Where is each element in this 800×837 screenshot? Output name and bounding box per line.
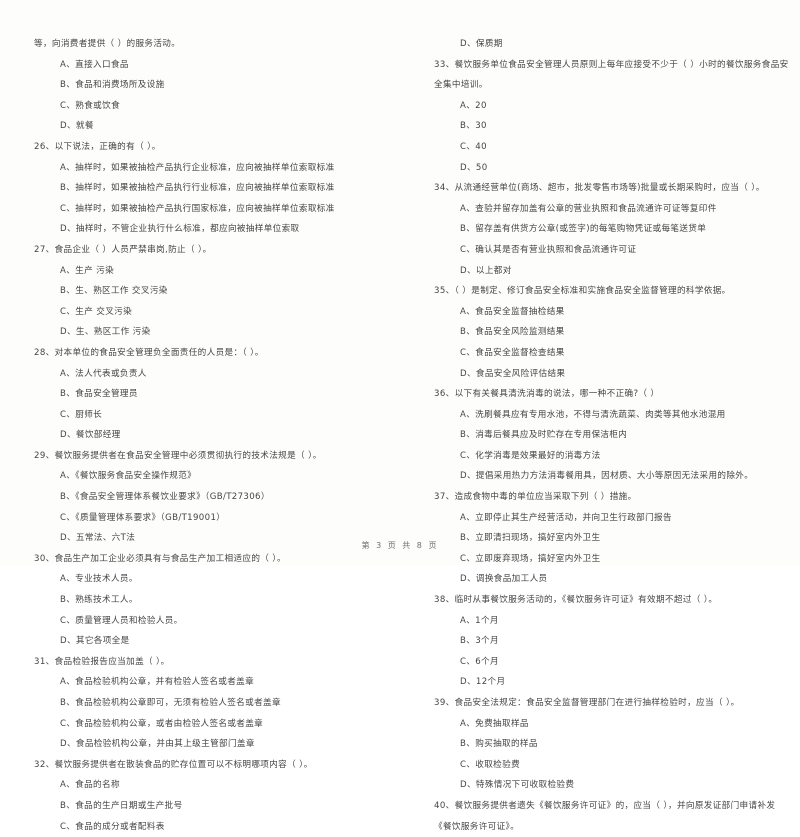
question-option: B、消毒后餐具应及时贮存在专用保洁柜内 [460,430,628,441]
question-stem: 39、食品安全法规定：食品安全监督管理部门在进行抽样检验时，应当（ ）。 [434,698,740,708]
question-option: B、食品安全风险监测结果 [460,327,565,338]
question-option: D、提倡采用热力方法消毒餐用具，因材质、大小等原因无法采用的除外。 [460,471,754,482]
question-option: D、食品检验机构公章，并由其上级主管部门盖章 [60,739,255,750]
page-footer: 第 3 页 共 8 页 [361,541,439,550]
exam-paper-page: 等，向消费者提供（ ）的服务活动。 A、直接入口食品 B、食品和消费场所及设施 C、熟… [0,0,800,832]
question-option: C、抽样时，如果被抽检产品执行国家标准，应向被抽样单位索取标准 [60,203,335,214]
question-option: C、食品安全监督检查结果 [460,347,565,358]
question-option: B、抽样时，如果被抽检产品执行行业标准，应向被抽样单位索取标准 [60,183,335,194]
question-option: A、抽样时，如果被抽检产品执行企业标准，应向被抽样单位索取标准 [60,162,335,173]
question-option: B、食品和消费场所及设施 [60,80,165,91]
question-stem-continuation: 《餐饮服务许可证》。 [434,821,520,832]
question-option: D、特殊情况下可收取检验费 [460,780,575,791]
question-option: D、12个月 [460,677,506,688]
question-option: B、留存盖有供货方公章(或签字)的每笔购物凭证或每笔送货单 [460,224,707,235]
question-option: C、熟食或饮食 [60,100,121,111]
question-stem: 29、餐饮服务提供者在食品安全管理中必须贯彻执行的技术法规是（ ）。 [34,450,322,461]
question-stem: 27、食品企业（ ）人员严禁串岗,防止（ ）。 [34,244,212,255]
question-option: B、30 [460,121,487,132]
question-stem: 36、以下有关餐具清洗消毒的说法，哪一种不正确?（ ） [434,389,660,400]
question-option: B、购买抽取的样品 [460,739,538,750]
question-option: C、6个月 [460,656,499,667]
question-stem: 40、餐饮服务提供者遗失《餐饮服务许可证》的，应当（ ），并向原发证部门申请补发 [434,800,776,811]
question-option: A、生产 污染 [60,265,115,276]
question-option: B、食品检验机构公章即可，无须有检验人签名或者盖章 [60,698,281,708]
question-stem: 30、食品生产加工企业必须具有与食品生产加工相适应的（ ）。 [34,553,286,564]
question-option: D、50 [460,162,488,173]
question-option: C、厨师长 [60,409,103,420]
question-option: A、法人代表或负责人 [60,368,147,379]
question-stem: 31、食品检验报告应当加盖（ ）。 [34,656,170,667]
question-option: A、食品检验机构公章，并有检验人签名或者盖章 [60,677,255,688]
question-option: D、保质期 [460,39,503,49]
question-option: B、食品安全管理员 [60,389,138,400]
question-option: C、立即废弃现场，搞好室内外卫生 [460,553,601,564]
question-stem: 33、餐饮服务单位食品安全管理人员原则上每年应接受不少于（ ）小时的餐饮服务食品… [434,59,789,70]
question-option: D、调换食品加工人员 [460,574,548,585]
question-option: A、洗刷餐具应有专用水池，不得与清洗蔬菜、肉类等其他水池混用 [460,409,726,420]
question-option: A、专业技术人员。 [60,574,138,585]
question-stem: 38、临时从事餐饮服务活动的，《餐饮服务许可证》有效期不超过（ ）。 [434,595,718,606]
question-column-left: 等，向消费者提供（ ）的服务活动。 A、直接入口食品 B、食品和消费场所及设施 C、熟… [34,34,400,832]
question-option: B、《食品安全管理体系餐饮业要求》（GB/T27306） [60,492,270,503]
question-option: C、确认其是否有营业执照和食品流通许可证 [460,244,637,255]
question-option: D、生、熟区工作 污染 [60,327,151,338]
question-option: D、餐饮部经理 [60,430,121,441]
question-option: A、免费抽取样品 [460,718,529,729]
question-option: C、收取检验费 [460,759,521,770]
question-option: A、食品的名称 [60,780,120,791]
question-option: B、熟练技术工人。 [60,595,138,606]
question-option: D、就餐 [60,121,94,132]
question-option: A、食品安全监督抽检结果 [460,306,565,317]
question-option: C、化学消毒是效果最好的消毒方法 [460,450,601,461]
question-stem-continuation: 全集中培训。 [434,80,488,91]
question-option: C、《质量管理体系要求》（GB/T19001） [60,512,226,523]
question-stem: 37、造成食物中毒的单位应当采取下列（ ）措施。 [434,492,637,503]
question-stem: 35、（ ）是制定、修订食品安全标准和实施食品安全监督管理的科学依据。 [434,286,731,297]
question-option: A、立即停止其生产经营活动，并向卫生行政部门报告 [460,512,672,523]
question-option: D、抽样时，不管企业执行什么标准，都应向被抽样单位索取 [60,224,300,235]
question-option: D、其它各项全是 [60,636,130,647]
question-option: C、食品的成分或者配料表 [60,821,165,832]
question-option: C、生产 交叉污染 [60,306,133,317]
question-option: A、1个月 [460,615,499,626]
question-option: B、生、熟区工作 交叉污染 [60,286,168,297]
question-option: D、食品安全风险评估结果 [460,368,566,379]
question-option: A、20 [460,100,487,111]
question-column-right: D、保质期 33、餐饮服务单位食品安全管理人员原则上每年应接受不少于（ ）小时的餐… [434,34,800,832]
question-stem: 32、餐饮服务提供者在散装食品的贮存位置可以不标明哪项内容（ ）。 [34,759,313,770]
question-option: A、查验并留存加盖有公章的营业执照和食品流通许可证等复印件 [460,203,717,214]
question-option: B、3个月 [460,636,499,647]
question-stem: 28、对本单位的食品安全管理负全面责任的人员是：（ ）。 [34,347,264,358]
question-option: A、直接入口食品 [60,59,129,70]
question-option: C、食品检验机构公章，或者由检验人签名或者盖章 [60,718,264,729]
question-stem-continuation: 等，向消费者提供（ ）的服务活动。 [34,39,181,49]
question-option: A、《餐饮服务食品安全操作规范》 [60,471,197,482]
question-option: C、40 [460,141,487,152]
question-option: D、以上都对 [460,265,512,276]
question-option: C、质量管理人员和检验人员。 [60,615,183,626]
question-stem: 34、从流通经营单位(商场、超市，批发零售市场等)批量或长期采购时，应当（ ）。 [434,183,765,194]
question-stem: 26、以下说法，正确的有（ ）。 [34,141,161,152]
question-option: B、食品的生产日期或生产批号 [60,800,183,811]
